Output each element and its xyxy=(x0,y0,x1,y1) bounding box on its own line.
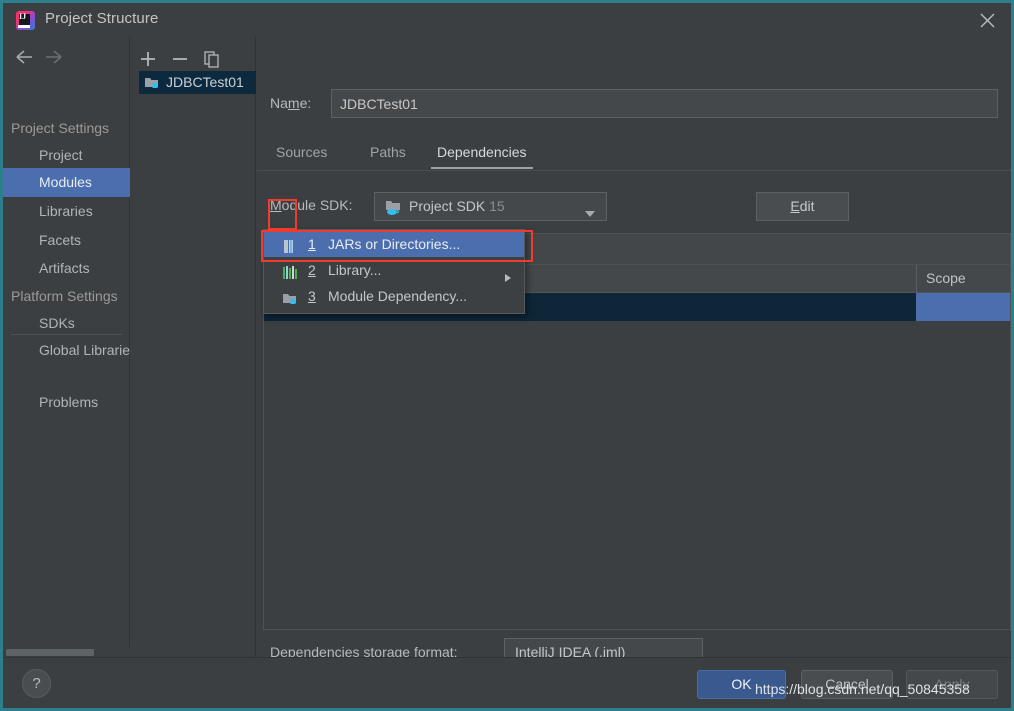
menu-item-label: Module Dependency... xyxy=(328,288,468,304)
copy-icon[interactable] xyxy=(199,47,225,71)
sidebar-item-modules[interactable]: Modules xyxy=(3,168,130,197)
sdk-version-label: 15 xyxy=(489,198,505,214)
settings-sidebar: Project Settings Project Modules Librari… xyxy=(3,37,130,657)
sidebar-item-project[interactable]: Project xyxy=(3,141,130,170)
name-label: Name: xyxy=(270,95,312,111)
library-icon xyxy=(282,263,298,279)
tab-dependencies[interactable]: Dependencies xyxy=(431,137,533,171)
menu-item-number: 2 xyxy=(308,262,316,278)
watermark-url: https://blog.csdn.net/qq_50845358 xyxy=(755,681,970,697)
menu-item-label: JARs or Directories... xyxy=(328,236,461,252)
module-tabs: Sources Paths Dependencies xyxy=(257,137,1011,171)
module-editor-panel: Name: Sources Paths Dependencies Module … xyxy=(257,37,1011,667)
module-name-label: JDBCTest01 xyxy=(166,74,244,90)
dependencies-table: Scope xyxy=(263,264,1011,630)
arrow-left-icon[interactable] xyxy=(13,47,35,67)
sidebar-item-artifacts[interactable]: Artifacts xyxy=(3,254,130,283)
sidebar-item-libraries[interactable]: Libraries xyxy=(3,197,130,226)
plus-icon[interactable] xyxy=(135,47,161,71)
window-title: Project Structure xyxy=(45,10,159,27)
tab-sources[interactable]: Sources xyxy=(270,137,333,171)
minus-icon[interactable] xyxy=(167,47,193,71)
navigation-arrows xyxy=(3,41,130,73)
close-icon[interactable] xyxy=(965,3,1011,37)
module-name-input[interactable] xyxy=(331,89,998,118)
tab-paths[interactable]: Paths xyxy=(364,137,412,171)
menu-item-jars-or-directories[interactable]: 1 JARs or Directories... xyxy=(264,232,524,257)
sidebar-item-facets[interactable]: Facets xyxy=(3,226,130,255)
sidebar-item-problems[interactable]: Problems xyxy=(3,388,130,417)
help-button[interactable]: ? xyxy=(22,669,51,698)
menu-item-module-dependency[interactable]: 3 Module Dependency... xyxy=(264,284,524,309)
menu-item-number: 1 xyxy=(308,236,316,252)
sdk-folder-java-icon xyxy=(386,201,400,215)
column-header-scope[interactable]: Scope xyxy=(916,265,1010,292)
table-cell-scope[interactable] xyxy=(916,293,1010,321)
jar-file-icon xyxy=(282,237,298,253)
module-folder-icon xyxy=(145,78,158,88)
module-sdk-dropdown[interactable]: Project SDK 15 xyxy=(374,192,607,221)
sdk-name-label: Project SDK xyxy=(409,198,486,214)
sidebar-scrollbar-thumb[interactable] xyxy=(6,649,94,656)
intellij-idea-logo-icon: IJ xyxy=(16,11,35,30)
tabs-divider xyxy=(257,170,1011,171)
module-list-panel: JDBCTest01 xyxy=(131,37,256,657)
project-structure-dialog: IJ Project Structure Project Settings Pr… xyxy=(3,3,1011,708)
sidebar-item-global-libraries[interactable]: Global Libraries xyxy=(3,336,130,365)
module-sdk-label: Module SDK: xyxy=(270,197,353,213)
sidebar-group-platform-settings: Platform Settings xyxy=(11,288,118,304)
list-item[interactable]: JDBCTest01 xyxy=(139,71,256,94)
edit-sdk-button[interactable]: Edit xyxy=(756,192,849,221)
chevron-down-icon xyxy=(584,205,596,223)
arrow-right-icon[interactable] xyxy=(43,47,65,67)
sidebar-horizontal-scrollbar[interactable] xyxy=(3,647,130,657)
title-bar: IJ Project Structure xyxy=(3,3,1011,37)
menu-item-library[interactable]: 2 Library... xyxy=(264,258,524,283)
sidebar-divider xyxy=(11,334,122,335)
sidebar-group-project-settings: Project Settings xyxy=(11,120,110,136)
add-dependency-popup-menu: 1 JARs or Directories... 2 Library... 3 … xyxy=(263,229,525,314)
module-folder-icon xyxy=(282,289,298,304)
menu-item-label: Library... xyxy=(328,262,382,278)
menu-item-number: 3 xyxy=(308,288,316,304)
